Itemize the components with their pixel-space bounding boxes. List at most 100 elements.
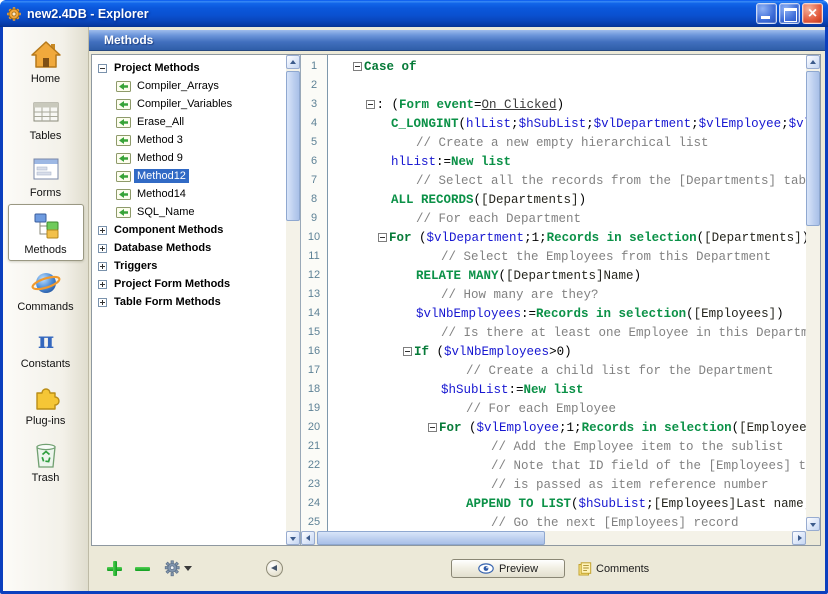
scroll-up-icon[interactable] — [286, 55, 300, 69]
code-token-cmt: // Note that ID field of the [Employees]… — [491, 459, 806, 473]
sidebar-item-forms[interactable]: Forms — [8, 147, 84, 204]
tree-item-method14[interactable]: Method14 — [92, 185, 286, 203]
titlebar[interactable]: new2.4DB - Explorer — [0, 0, 828, 27]
code-line: Case of — [328, 57, 806, 76]
line-number: 17 — [301, 361, 327, 380]
scroll-down-icon[interactable] — [286, 531, 300, 545]
fold-minus-icon[interactable] — [353, 62, 362, 71]
tree-item-label: Method12 — [134, 169, 189, 183]
tree-item-database-methods[interactable]: Database Methods — [92, 239, 286, 257]
tree-vertical-scrollbar[interactable] — [286, 55, 300, 545]
expander-plus-icon[interactable] — [98, 298, 107, 307]
code-scrollbar-thumb[interactable] — [806, 71, 820, 226]
code-horizontal-scrollbar[interactable] — [301, 531, 806, 545]
line-number: 16 — [301, 342, 327, 361]
code-line: // For each Employee — [328, 399, 806, 418]
delete-method-button[interactable] — [135, 561, 150, 576]
code-token-var: $vlEmployee — [477, 421, 560, 435]
options-menu-button[interactable] — [163, 560, 192, 577]
window-body: HomeTablesFormsMethodsCommandsπConstants… — [3, 27, 825, 591]
comments-button[interactable]: Comments — [578, 562, 649, 576]
tree-item-erase-all[interactable]: Erase_All — [92, 113, 286, 131]
section-header: Methods — [89, 30, 825, 51]
tree-item-label: Table Form Methods — [111, 295, 224, 309]
code-line: C_LONGINT(hlList;$hSubList;$vlDepartment… — [328, 114, 806, 133]
tree-item-project-form-methods[interactable]: Project Form Methods — [92, 275, 286, 293]
forms-icon — [30, 152, 62, 186]
sidebar-item-label: Tables — [30, 130, 62, 142]
code-line: // Is there at least one Employee in thi… — [328, 323, 806, 342]
code-token-pl: ( — [697, 231, 705, 245]
chevron-down-icon — [184, 566, 192, 571]
fold-minus-icon[interactable] — [366, 100, 375, 109]
tree-item-table-form-methods[interactable]: Table Form Methods — [92, 293, 286, 311]
code-token-cmt: // Select the Employees from this Depart… — [441, 250, 771, 264]
code-editor[interactable]: Case of: (Form event=On Clicked)C_LONGIN… — [328, 55, 806, 531]
code-token-tbl: [Employees] — [694, 307, 777, 321]
tree-item-method-3[interactable]: Method 3 — [92, 131, 286, 149]
hscrollbar-thumb[interactable] — [317, 531, 545, 545]
code-line: // Create a new empty hierarchical list — [328, 133, 806, 152]
code-scrollbar-track[interactable] — [806, 69, 820, 517]
code-token-cmd: RELATE MANY — [416, 269, 499, 283]
line-number: 21 — [301, 437, 327, 456]
eye-icon — [478, 563, 494, 574]
expander-plus-icon[interactable] — [98, 280, 107, 289]
tree-item-sql-name[interactable]: SQL_Name — [92, 203, 286, 221]
plugins-icon — [30, 380, 62, 414]
method-icon — [116, 116, 131, 129]
comments-icon — [578, 562, 592, 576]
expander-minus-icon[interactable] — [98, 64, 107, 73]
fold-minus-icon[interactable] — [403, 347, 412, 356]
sidebar-item-trash[interactable]: Trash — [8, 432, 84, 489]
expander-plus-icon[interactable] — [98, 244, 107, 253]
sidebar-item-methods[interactable]: Methods — [8, 204, 84, 261]
sidebar-item-commands[interactable]: Commands — [8, 261, 84, 318]
tree-scrollbar-track[interactable] — [286, 69, 300, 531]
tree-item-compiler-variables[interactable]: Compiler_Variables — [92, 95, 286, 113]
scroll-up-icon[interactable] — [806, 55, 820, 69]
preview-button[interactable]: Preview — [451, 559, 565, 578]
commands-icon — [30, 266, 62, 300]
code-token-cmd: Records in selection — [536, 307, 686, 321]
tree-item-label: Compiler_Variables — [134, 97, 235, 111]
sidebar-item-label: Forms — [30, 187, 61, 199]
add-method-button[interactable] — [107, 561, 122, 576]
explorer-window: new2.4DB - Explorer Home Tables Forms Metho… — [0, 0, 828, 594]
maximize-button[interactable] — [779, 3, 800, 24]
sidebar-item-label: Trash — [32, 472, 60, 484]
close-button[interactable] — [802, 3, 823, 24]
code-token-cmd: New list — [524, 383, 584, 397]
sidebar-item-plug-ins[interactable]: Plug-ins — [8, 375, 84, 432]
expander-plus-icon[interactable] — [98, 226, 107, 235]
fold-minus-icon[interactable] — [378, 233, 387, 242]
code-line: ALL RECORDS([Departments]) — [328, 190, 806, 209]
code-line — [328, 76, 806, 95]
sidebar-item-constants[interactable]: πConstants — [8, 318, 84, 375]
tree-item-project-methods[interactable]: Project Methods — [92, 59, 286, 77]
window-title: new2.4DB - Explorer — [27, 7, 149, 21]
hscrollbar-track[interactable] — [315, 531, 792, 545]
tree-item-component-methods[interactable]: Component Methods — [92, 221, 286, 239]
code-token-pl: ) — [776, 307, 784, 321]
tree-item-triggers[interactable]: Triggers — [92, 257, 286, 275]
scroll-left-icon[interactable] — [301, 531, 315, 545]
scroll-down-icon[interactable] — [806, 517, 820, 531]
expander-plus-icon[interactable] — [98, 262, 107, 271]
minimize-button[interactable] — [756, 3, 777, 24]
code-line: // Note that ID field of the [Employees]… — [328, 456, 806, 475]
code-line: If ($vlNbEmployees>0) — [328, 342, 806, 361]
code-vertical-scrollbar[interactable] — [806, 55, 820, 531]
code-token-var: $vlNbEmployees — [444, 345, 549, 359]
tree-item-method12[interactable]: Method12 — [92, 167, 286, 185]
sidebar-item-tables[interactable]: Tables — [8, 90, 84, 147]
scroll-right-icon[interactable] — [792, 531, 806, 545]
code-token-pl: : ( — [377, 98, 400, 112]
tree-item-method-9[interactable]: Method 9 — [92, 149, 286, 167]
code-line: // Create a child list for the Departmen… — [328, 361, 806, 380]
tree-item-compiler-arrays[interactable]: Compiler_Arrays — [92, 77, 286, 95]
tree-scrollbar-thumb[interactable] — [286, 71, 300, 221]
fold-minus-icon[interactable] — [428, 423, 437, 432]
sidebar-item-home[interactable]: Home — [8, 33, 84, 90]
collapse-panel-button[interactable] — [266, 560, 283, 577]
